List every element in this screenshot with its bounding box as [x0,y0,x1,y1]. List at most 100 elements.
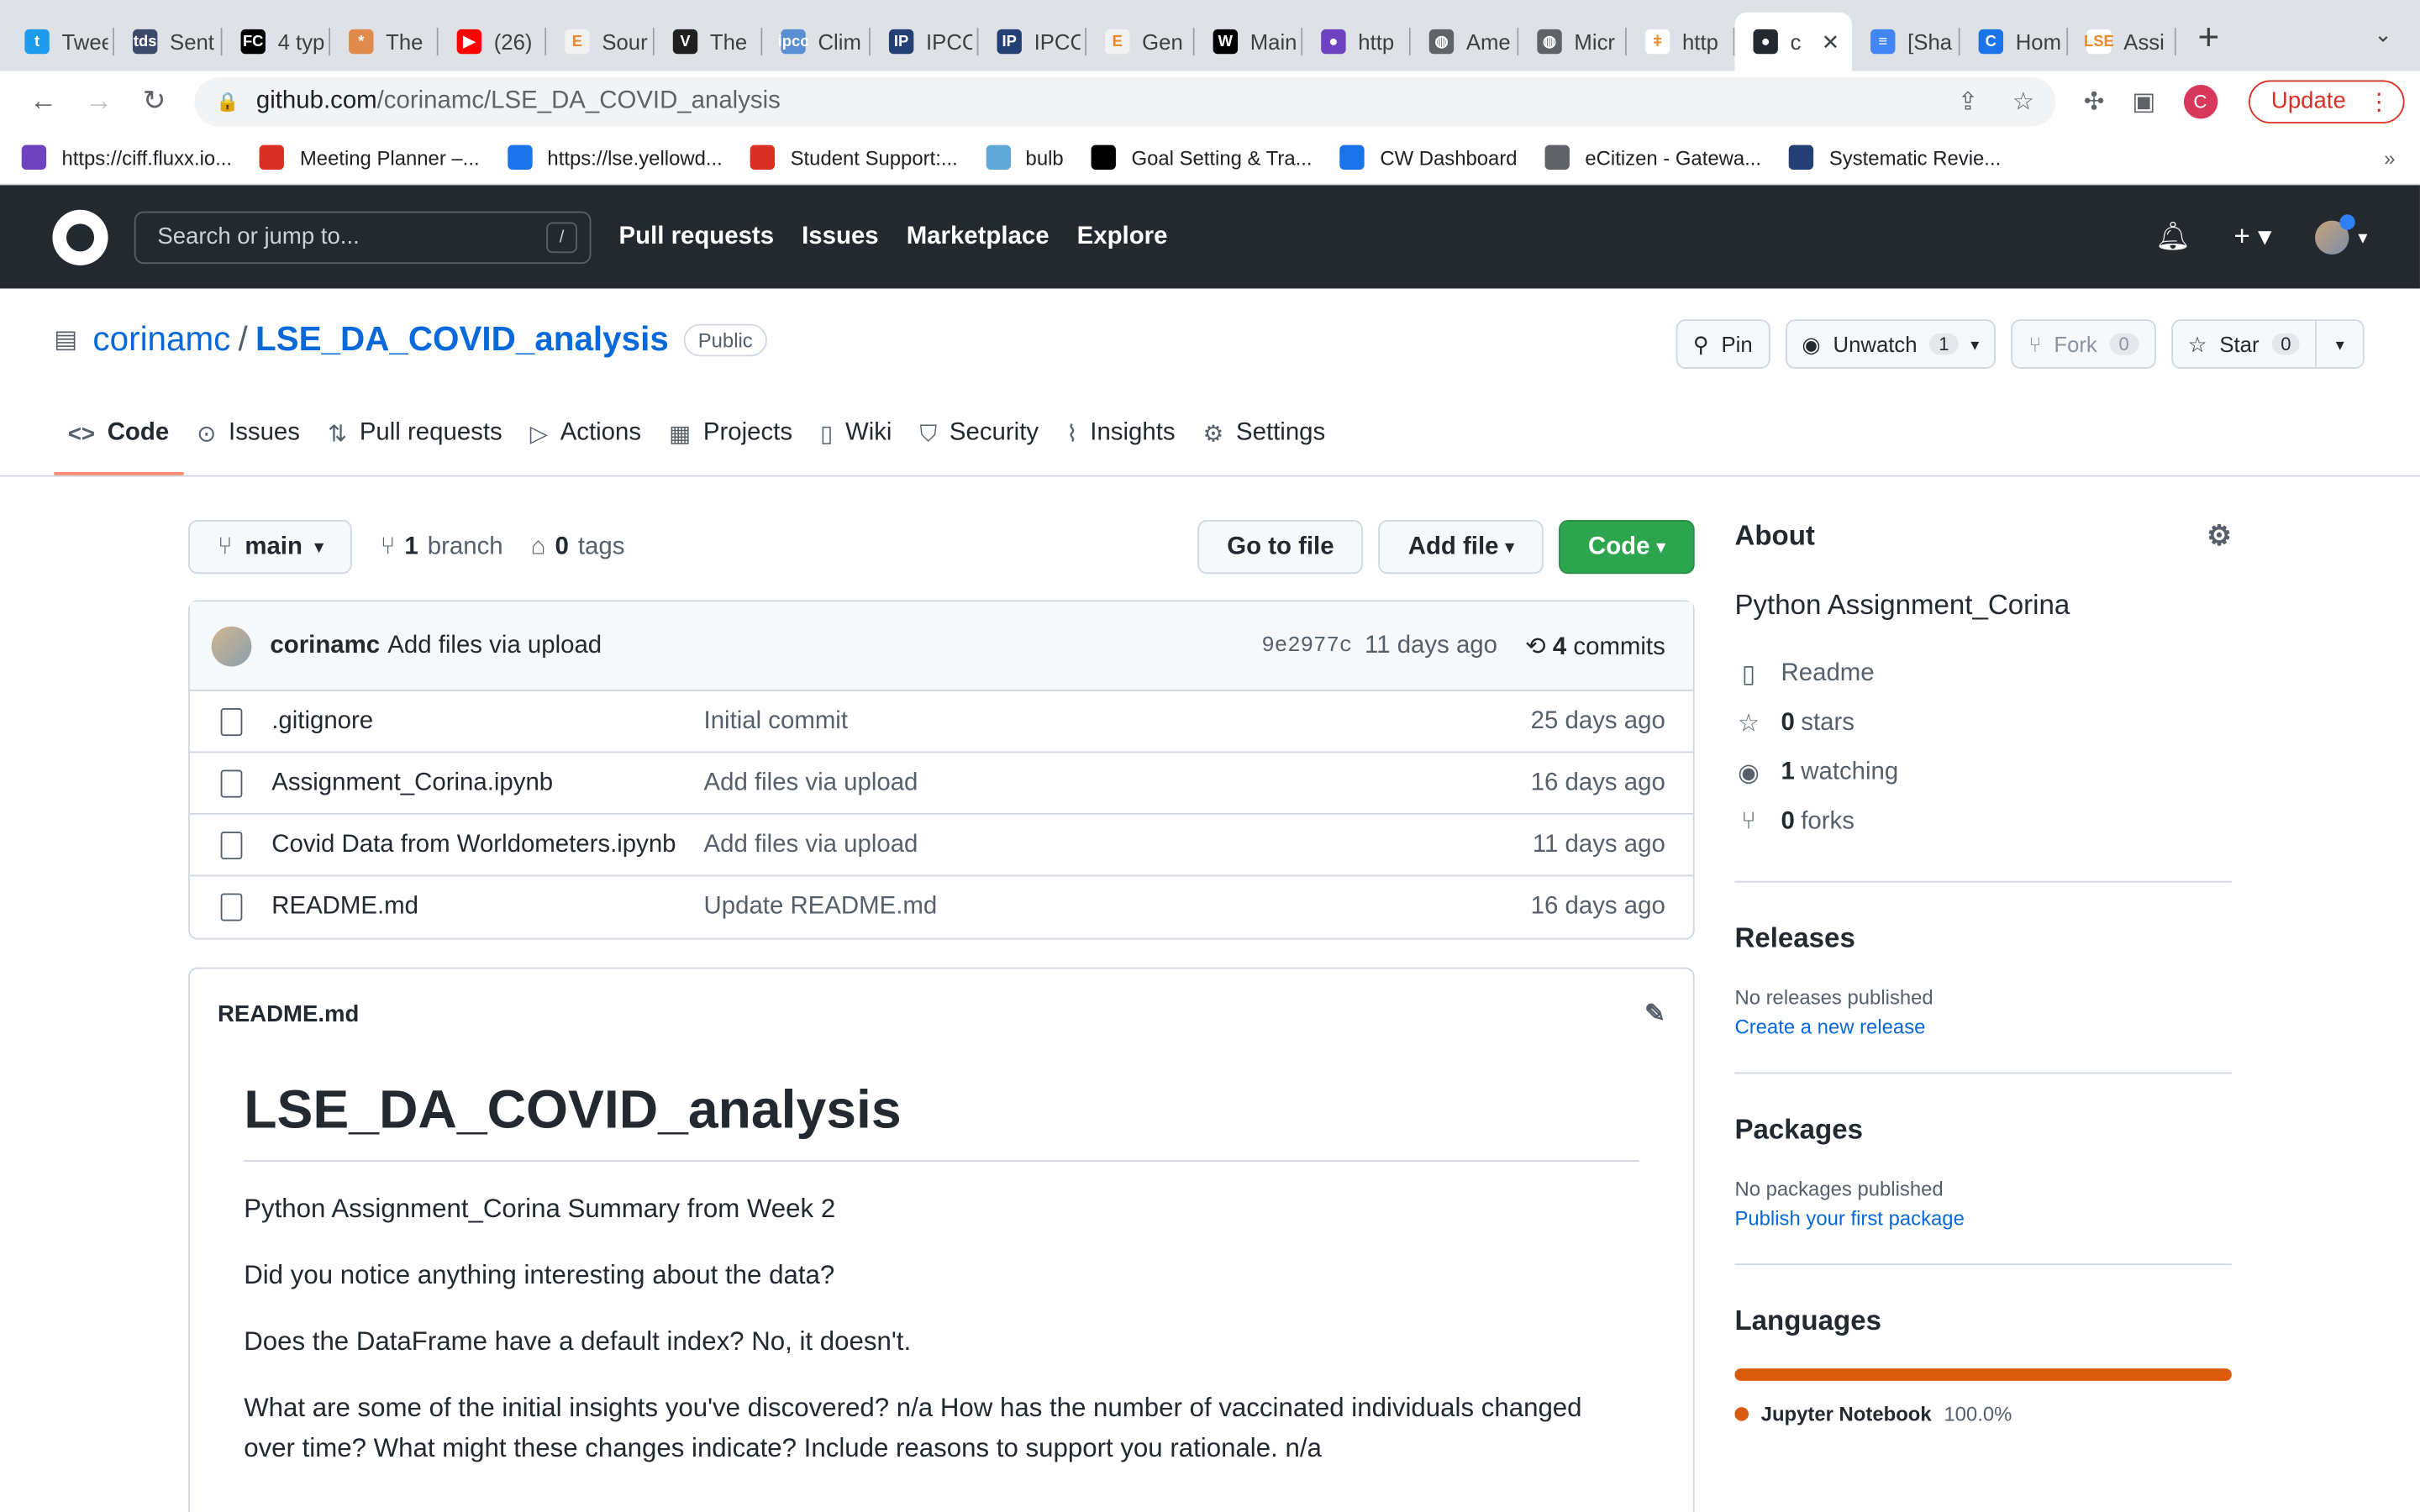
code-button[interactable]: Code ▾ [1559,519,1695,575]
forward-icon[interactable]: → [71,85,126,118]
publish-package-link[interactable]: Publish your first package [1734,1206,2231,1230]
commits-link[interactable]: ⟲ 4 commits [1525,630,1665,661]
github-nav-marketplace[interactable]: Marketplace [907,223,1050,250]
bookmark-item[interactable]: Meeting Planner –... [260,144,480,171]
commit-author-avatar[interactable] [211,625,252,666]
tab-security[interactable]: ⛉ Security [906,420,1053,475]
side-panel-icon[interactable]: ▣ [2132,86,2155,117]
browser-tab[interactable]: ▶ (26) [439,13,547,71]
create-new-icon[interactable]: + ▾ [2233,221,2271,254]
tab-actions[interactable]: ▷ Actions [516,420,655,475]
commit-message[interactable]: Add files via upload [387,632,602,659]
browser-tab[interactable]: IP IPCC [871,13,979,71]
bookmark-item[interactable]: https://lse.yellowd... [507,144,723,171]
branches-link[interactable]: ⑂ 1 branch [381,533,503,561]
github-logo-icon[interactable] [52,208,108,265]
browser-tab[interactable]: V The [655,13,763,71]
unwatch-button[interactable]: ◉ Unwatch 1 ▾ [1785,319,1996,369]
browser-tab[interactable]: ≡ [Sha [1852,13,1960,71]
bookmark-item[interactable]: Systematic Revie... [1789,144,2001,171]
address-bar[interactable]: 🔒 github.com/corinamc/LSE_DA_COVID_analy… [194,76,2056,126]
file-name-link[interactable]: Covid Data from Worldometers.ipynb [271,831,703,858]
tab-code[interactable]: <> Code [54,420,183,475]
bookmark-item[interactable]: bulb [985,144,1064,171]
file-name-link[interactable]: Assignment_Corina.ipynb [271,769,703,797]
browser-tab[interactable]: FC 4 typ [222,13,331,71]
new-tab-button[interactable]: + [2197,17,2219,60]
forks-link[interactable]: ⑂ 0 forks [1734,798,2231,848]
tags-link[interactable]: ⌂ 0 tags [531,533,625,561]
file-name-link[interactable]: .gitignore [271,707,703,735]
packages-heading[interactable]: Packages [1734,1114,2231,1147]
create-release-link[interactable]: Create a new release [1734,1016,2231,1039]
lock-icon[interactable]: 🔒 [216,90,239,112]
browser-tab[interactable]: * The [330,13,439,71]
bell-icon[interactable]: 🔔︎ [2155,221,2191,254]
back-icon[interactable]: ← [15,85,71,118]
branch-select-button[interactable]: ⑂ main ▾ [188,519,353,575]
browser-tab[interactable]: t Twee [6,13,114,71]
bookmark-item[interactable]: CW Dashboard [1339,144,1518,171]
fork-button[interactable]: ⑂ Fork 0 [2012,319,2156,369]
file-name-link[interactable]: README.md [271,893,703,921]
bookmark-item[interactable]: Student Support:... [750,144,958,171]
bookmark-star-icon[interactable]: ☆ [2012,86,2034,117]
bookmark-item[interactable]: https://ciff.fluxx.io... [21,144,232,171]
file-commit-message[interactable]: Add files via upload [704,769,918,797]
readme-filename[interactable]: README.md [218,1000,359,1026]
stars-link[interactable]: ☆ 0 stars [1734,699,2231,748]
github-nav-explore[interactable]: Explore [1077,223,1168,250]
file-commit-message[interactable]: Update README.md [704,893,938,921]
repo-name-link[interactable]: LSE_DA_COVID_analysis [255,319,669,360]
user-avatar[interactable] [2314,213,2355,255]
file-commit-message[interactable]: Add files via upload [704,831,918,858]
gear-icon[interactable]: ⚙ [2207,520,2232,553]
browser-tab[interactable]: C Hom [1960,13,2069,71]
kebab-menu-icon[interactable]: ⋮ [2367,87,2391,115]
tab-pull-requests[interactable]: ⇅ Pull requests [314,420,517,475]
browser-tab[interactable]: E Gen [1086,13,1195,71]
watching-link[interactable]: ◉ 1 watching [1734,748,2231,798]
github-nav-pull-requests[interactable]: Pull requests [619,223,775,250]
browser-tab[interactable]: W Main [1195,13,1303,71]
tab-settings[interactable]: ⚙ Settings [1189,420,1339,475]
tab-active[interactable]: ● c ✕ [1734,12,1853,71]
go-to-file-button[interactable]: Go to file [1197,519,1364,575]
profile-avatar[interactable]: C [2183,84,2217,118]
tab-issues[interactable]: ⊙ Issues [183,420,314,475]
github-nav-issues[interactable]: Issues [802,223,878,250]
browser-tab[interactable]: ● http [1302,13,1411,71]
bookmark-item[interactable]: eCitizen - Gatewa... [1544,144,1761,171]
browser-tab[interactable]: ◍ Ame [1411,13,1519,71]
search-input[interactable]: Search or jump to... / [134,210,592,264]
tab-projects[interactable]: ▦ Projects [655,420,807,475]
commit-sha[interactable]: 9e2977c [1261,633,1352,658]
browser-tab[interactable]: E Sour [546,13,655,71]
chevron-down-icon[interactable]: ▾ [2358,226,2367,248]
pin-button[interactable]: ⚲ Pin [1676,319,1770,369]
commit-author[interactable]: corinamc [270,632,380,659]
tab-search-icon[interactable]: ⌄ [2374,22,2392,48]
star-list-dropdown[interactable]: ▾ [2317,319,2365,369]
readme-link[interactable]: ▯ Readme [1734,649,2231,699]
browser-tab[interactable]: ipcc Clim [762,13,871,71]
browser-tab[interactable]: tds Sent [114,13,223,71]
repo-owner-link[interactable]: corinamc [92,319,230,360]
tab-insights[interactable]: ⌇ Insights [1053,420,1189,475]
bookmarks-overflow-icon[interactable]: » [2384,146,2395,170]
releases-heading[interactable]: Releases [1734,922,2231,955]
close-tab-icon[interactable]: ✕ [1822,29,1840,55]
update-button[interactable]: Update ⋮ [2248,79,2405,123]
reload-icon[interactable]: ↻ [127,85,182,118]
add-file-button[interactable]: Add file ▾ [1378,519,1544,575]
browser-tab[interactable]: ◍ Micr [1518,13,1627,71]
pencil-icon[interactable]: ✎ [1644,998,1665,1029]
share-icon[interactable]: ⇪ [1958,86,1979,117]
star-button[interactable]: ☆ Star 0 [2170,319,2317,369]
tab-wiki[interactable]: ▯ Wiki [807,420,906,475]
browser-tab[interactable]: IP IPCC [978,13,1087,71]
browser-tab[interactable]: ǂ http [1627,13,1735,71]
commit-age[interactable]: 11 days ago [1365,632,1497,659]
bookmark-item[interactable]: Goal Setting & Tra... [1091,144,1313,171]
browser-tab[interactable]: LSE Assi [2068,13,2176,71]
